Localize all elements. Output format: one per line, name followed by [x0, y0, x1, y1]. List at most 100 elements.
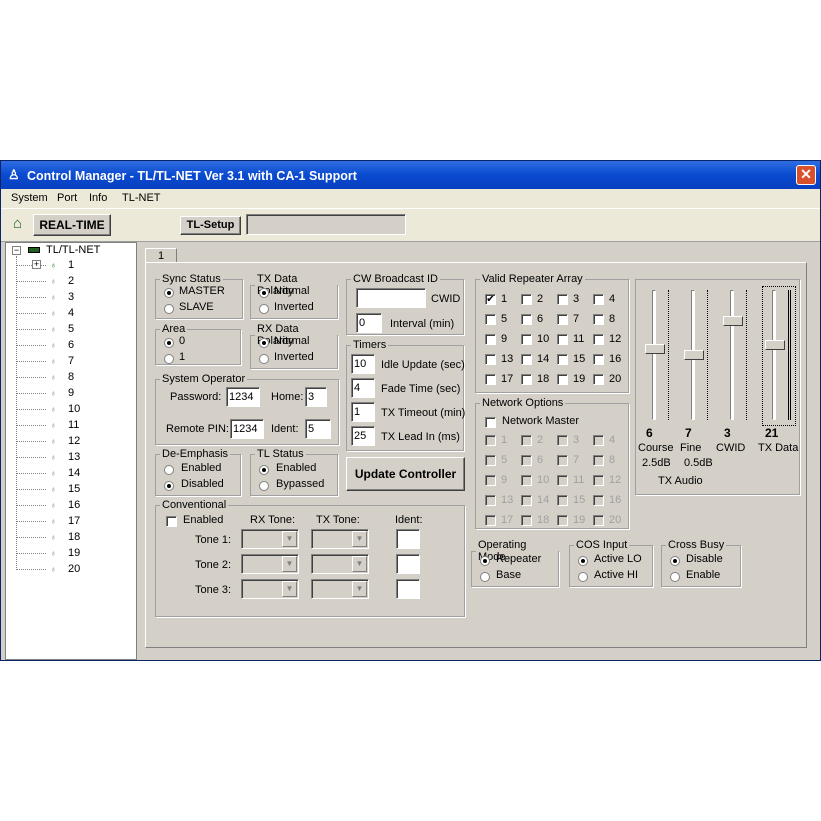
- de-emphasis-radio-0[interactable]: [164, 465, 174, 475]
- ident-tone-2-input[interactable]: [396, 554, 420, 574]
- tree-node[interactable]: 1: [68, 259, 74, 271]
- timer-input-0[interactable]: 10: [351, 354, 375, 374]
- tree-node[interactable]: 16: [68, 499, 80, 511]
- slider-ticks-2: [746, 290, 748, 420]
- valid-repeater-checkbox-6[interactable]: [521, 314, 532, 325]
- valid-repeater-checkbox-16[interactable]: [593, 354, 604, 365]
- tx-tone-3-select[interactable]: ▼: [311, 579, 369, 599]
- slider-thumb-0[interactable]: [645, 344, 665, 354]
- update-controller-button[interactable]: Update Controller: [346, 457, 465, 491]
- tree-root[interactable]: TL/TL-NET: [46, 244, 100, 256]
- cross-busy-radio-1[interactable]: [670, 572, 680, 582]
- tx-tone-2-select[interactable]: ▼: [311, 554, 369, 574]
- tx-data-polarity-radio-0[interactable]: [259, 288, 269, 298]
- valid-repeater-checkbox-17[interactable]: [485, 374, 496, 385]
- valid-repeater-checkbox-5[interactable]: [485, 314, 496, 325]
- tree-node[interactable]: 6: [68, 339, 74, 351]
- operating-mode-radio-1[interactable]: [480, 572, 490, 582]
- tree-collapse-icon[interactable]: −: [12, 246, 21, 255]
- ident-tone-3-input[interactable]: [396, 579, 420, 599]
- tree-node[interactable]: 3: [68, 291, 74, 303]
- menu-port[interactable]: Port: [57, 192, 77, 204]
- valid-repeater-checkbox-12[interactable]: [593, 334, 604, 345]
- valid-repeater-checkbox-10[interactable]: [521, 334, 532, 345]
- password-input[interactable]: 1234: [226, 387, 260, 407]
- ident-input[interactable]: 5: [305, 419, 331, 439]
- sync-status-radio-1[interactable]: [164, 304, 174, 314]
- tree-node[interactable]: 7: [68, 355, 74, 367]
- valid-repeater-checkbox-18[interactable]: [521, 374, 532, 385]
- tree-node[interactable]: 14: [68, 467, 80, 479]
- valid-repeater-checkbox-7[interactable]: [557, 314, 568, 325]
- operating-mode-radio-0[interactable]: [480, 556, 490, 566]
- tree-node[interactable]: 18: [68, 531, 80, 543]
- timer-input-1[interactable]: 4: [351, 378, 375, 398]
- slider-thumb-2[interactable]: [723, 316, 743, 326]
- valid-repeater-checkbox-19[interactable]: [557, 374, 568, 385]
- rx-tone-2-select[interactable]: ▼: [241, 554, 299, 574]
- valid-repeater-checkbox-3[interactable]: [557, 294, 568, 305]
- password-label: Password:: [170, 391, 222, 403]
- valid-repeater-checkbox-20[interactable]: [593, 374, 604, 385]
- area-radio-1[interactable]: [164, 354, 174, 364]
- realtime-button[interactable]: REAL-TIME: [33, 214, 111, 236]
- device-tree[interactable]: − TL/TL-NET + ♁ 1 ♁ 2 ♁ 3 ♁ 4 ♁ 5 ♁ 6 ♁ 7 ♁ 8 ♁ 9 ♁ 10 ♁ 11 ♁ 12 ♁ 1…: [5, 242, 137, 660]
- slider-thumb-1[interactable]: [684, 350, 704, 360]
- remote-pin-input[interactable]: 1234: [230, 419, 264, 439]
- valid-repeater-checkbox-8[interactable]: [593, 314, 604, 325]
- timer-input-2[interactable]: 1: [351, 402, 375, 422]
- tl-status-radio-0[interactable]: [259, 465, 269, 475]
- tree-node[interactable]: 10: [68, 403, 80, 415]
- area-radio-0[interactable]: [164, 338, 174, 348]
- rx-data-polarity-radio-1[interactable]: [259, 354, 269, 364]
- tree-node[interactable]: 8: [68, 371, 74, 383]
- cwid-input[interactable]: [356, 288, 426, 308]
- rx-tone-3-select[interactable]: ▼: [241, 579, 299, 599]
- menu-info[interactable]: Info: [89, 192, 107, 204]
- network-icon[interactable]: ⌂: [13, 215, 22, 232]
- valid-repeater-checkbox-13[interactable]: [485, 354, 496, 365]
- close-button[interactable]: ✕: [796, 165, 816, 185]
- tree-node[interactable]: 9: [68, 387, 74, 399]
- de-emphasis-radio-1[interactable]: [164, 481, 174, 491]
- menu-tlnet[interactable]: TL-NET: [122, 192, 161, 204]
- rx-tone-1-select[interactable]: ▼: [241, 529, 299, 549]
- valid-repeater-checkbox-11[interactable]: [557, 334, 568, 345]
- ident-tone-1-input[interactable]: [396, 529, 420, 549]
- home-input[interactable]: 3: [305, 387, 327, 407]
- tree-expand-icon[interactable]: +: [32, 260, 41, 269]
- valid-repeater-checkbox-9[interactable]: [485, 334, 496, 345]
- timer-input-3[interactable]: 25: [351, 426, 375, 446]
- tree-node[interactable]: 15: [68, 483, 80, 495]
- tree-node[interactable]: 4: [68, 307, 74, 319]
- valid-repeater-checkbox-14[interactable]: [521, 354, 532, 365]
- slider-thumb-3[interactable]: [765, 340, 785, 350]
- valid-repeater-label-15: 15: [573, 353, 586, 365]
- tl-status-radio-1[interactable]: [259, 481, 269, 491]
- valid-repeater-checkbox-2[interactable]: [521, 294, 532, 305]
- tree-node[interactable]: 12: [68, 435, 80, 447]
- sync-status-radio-0[interactable]: [164, 288, 174, 298]
- valid-repeater-checkbox-4[interactable]: [593, 294, 604, 305]
- tree-node[interactable]: 19: [68, 547, 80, 559]
- tree-node[interactable]: 13: [68, 451, 80, 463]
- cos-input-radio-1[interactable]: [578, 572, 588, 582]
- rx-data-polarity-radio-0[interactable]: [259, 338, 269, 348]
- interval-input[interactable]: 0: [356, 313, 382, 333]
- conventional-enabled-checkbox[interactable]: [166, 516, 177, 527]
- tree-node[interactable]: 17: [68, 515, 80, 527]
- tree-node[interactable]: 20: [68, 563, 80, 575]
- valid-repeater-checkbox-1[interactable]: ✔: [485, 294, 496, 305]
- network-master-checkbox[interactable]: [485, 417, 496, 428]
- tree-node[interactable]: 11: [68, 419, 79, 431]
- tl-setup-button[interactable]: TL-Setup: [180, 216, 241, 235]
- tx-tone-1-select[interactable]: ▼: [311, 529, 369, 549]
- cross-busy-radio-0[interactable]: [670, 556, 680, 566]
- tree-node[interactable]: 5: [68, 323, 74, 335]
- cos-input-radio-0[interactable]: [578, 556, 588, 566]
- tone-label-1: Tone 1:: [195, 534, 232, 546]
- tree-node[interactable]: 2: [68, 275, 74, 287]
- valid-repeater-checkbox-15[interactable]: [557, 354, 568, 365]
- tx-data-polarity-radio-1[interactable]: [259, 304, 269, 314]
- menu-system[interactable]: System: [11, 192, 48, 204]
